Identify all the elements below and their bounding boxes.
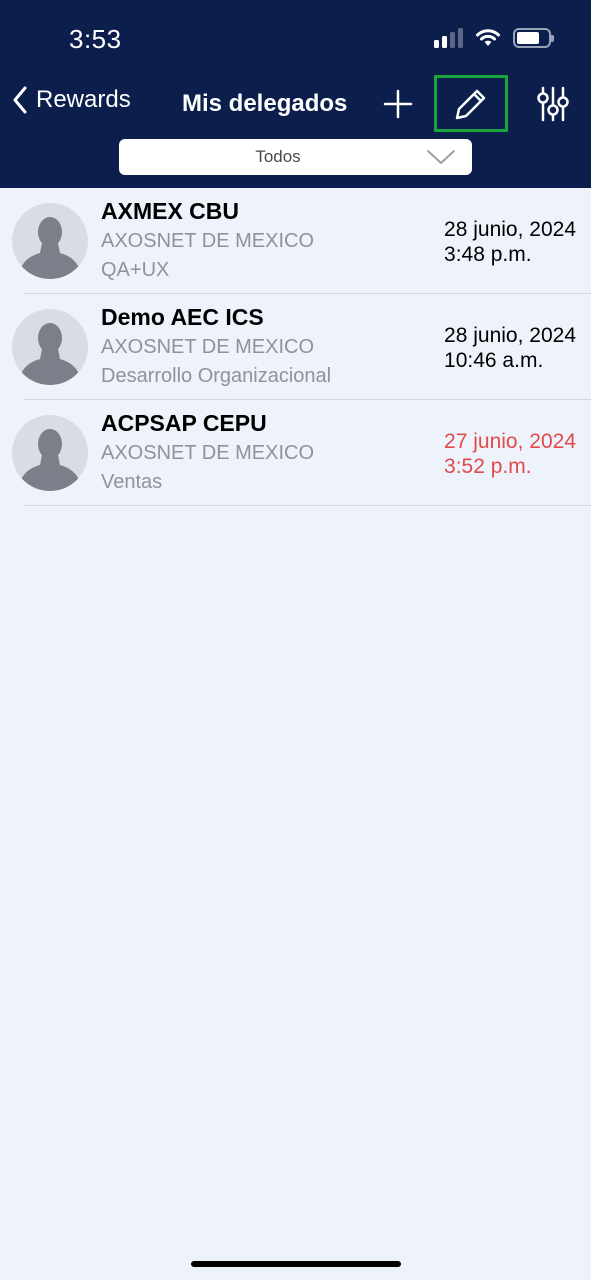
delegate-company: AXOSNET DE MEXICO (101, 336, 315, 358)
delegate-department: QA+UX (101, 259, 170, 281)
delegate-time: 3:52 p.m. (444, 455, 532, 478)
wifi-icon (476, 29, 500, 46)
chevron-down-icon (427, 150, 455, 164)
back-button[interactable]: Rewards (12, 86, 131, 114)
chevron-left-icon (13, 86, 27, 114)
delegate-datetime: 28 junio, 2024 3:48 p.m. (444, 217, 576, 267)
cellular-signal-icon (434, 28, 463, 48)
delegate-company: AXOSNET DE MEXICO (101, 230, 315, 252)
delegate-datetime: 28 junio, 2024 10:46 a.m. (444, 323, 576, 373)
avatar (12, 309, 88, 385)
delegate-date: 27 junio, 2024 (444, 430, 576, 453)
person-icon (18, 217, 82, 279)
filter-select-value: Todos (255, 147, 301, 166)
page-title: Mis delegados (182, 90, 348, 117)
add-icon[interactable] (383, 89, 413, 119)
back-button-label: Rewards (36, 86, 131, 113)
list-item[interactable]: ACPSAP CEPU AXOSNET DE MEXICO Ventas 27 … (0, 400, 591, 506)
delegate-name: AXMEX CBU (101, 198, 240, 224)
delegate-time: 10:46 a.m. (444, 349, 544, 372)
status-time: 3:53 (69, 24, 122, 54)
status-icons (434, 28, 554, 48)
person-icon (18, 323, 82, 385)
avatar (12, 203, 88, 279)
row-divider (24, 505, 591, 506)
delegate-date: 28 junio, 2024 (444, 324, 576, 347)
delegate-department: Ventas (101, 471, 163, 493)
pencil-icon (455, 89, 486, 119)
avatar (12, 415, 88, 491)
delegate-company: AXOSNET DE MEXICO (101, 442, 315, 464)
list-item[interactable]: AXMEX CBU AXOSNET DE MEXICO QA+UX 28 jun… (0, 188, 591, 294)
battery-icon (513, 28, 554, 48)
delegates-list: AXMEX CBU AXOSNET DE MEXICO QA+UX 28 jun… (0, 188, 591, 506)
home-indicator[interactable] (191, 1261, 401, 1267)
list-item[interactable]: Demo AEC ICS AXOSNET DE MEXICO Desarroll… (0, 294, 591, 400)
person-icon (18, 429, 82, 491)
delegate-name: Demo AEC ICS (101, 304, 264, 330)
delegate-department: Desarrollo Organizacional (101, 365, 332, 387)
delegate-name: ACPSAP CEPU (101, 410, 267, 436)
sliders-icon[interactable] (536, 86, 570, 122)
app-header: 3:53 Rewards Mis delegados Todos (0, 0, 591, 188)
delegate-time: 3:48 p.m. (444, 243, 532, 266)
delegate-datetime: 27 junio, 2024 3:52 p.m. (444, 429, 576, 479)
delegate-date: 28 junio, 2024 (444, 218, 576, 241)
filter-select[interactable]: Todos (119, 139, 472, 175)
edit-button[interactable] (434, 75, 508, 132)
